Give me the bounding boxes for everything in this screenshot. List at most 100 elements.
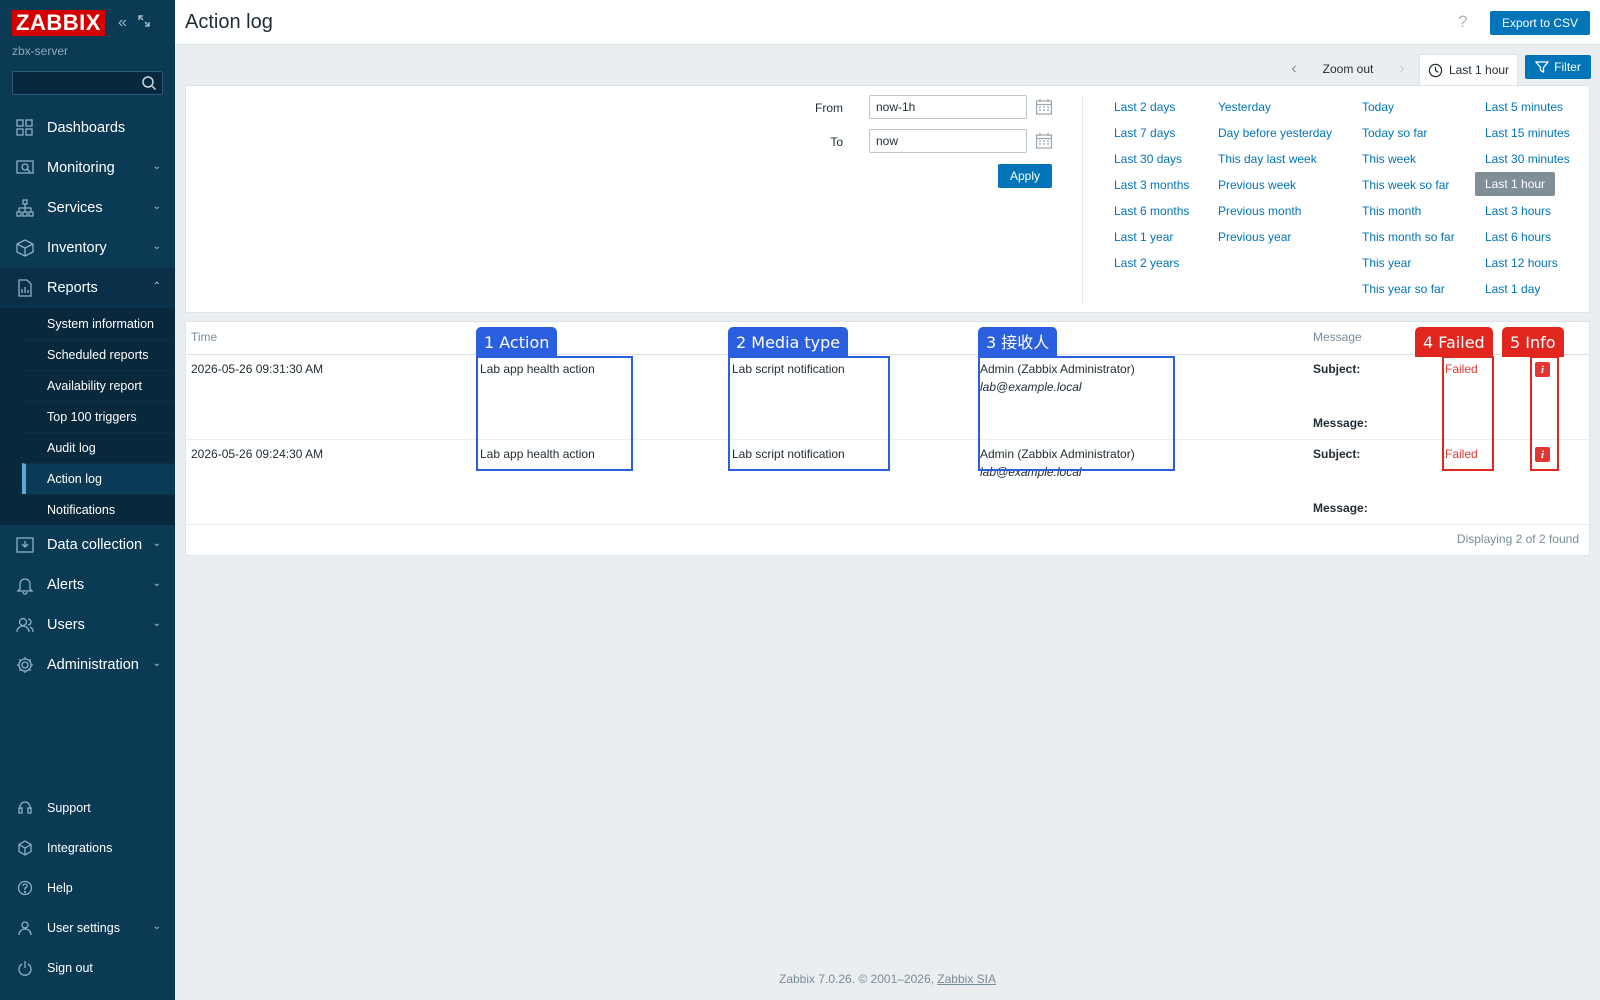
nav-sign-out[interactable]: Sign out <box>0 948 175 988</box>
quick-today[interactable]: Today <box>1362 100 1394 114</box>
cell-subject-label: Subject: <box>1313 447 1361 461</box>
bottom-nav: Support Integrations Help User settings … <box>0 788 175 988</box>
nav-label: Alerts <box>47 577 85 593</box>
quick-yesterday[interactable]: Yesterday <box>1218 100 1271 114</box>
search-icon[interactable] <box>141 75 157 91</box>
chevron-down-icon: ⌄ <box>152 161 161 172</box>
quick-last-2-days[interactable]: Last 2 days <box>1114 100 1175 114</box>
collapse-sidebar-icon[interactable]: « <box>118 14 127 33</box>
quick-previous-week[interactable]: Previous week <box>1218 178 1296 192</box>
annotation-box-action <box>476 356 633 471</box>
submenu-action-log[interactable]: Action log <box>22 463 175 494</box>
quick-last-3-months[interactable]: Last 3 months <box>1114 178 1189 192</box>
quick-last-30-minutes[interactable]: Last 30 minutes <box>1485 152 1570 166</box>
nav-integrations[interactable]: Integrations <box>0 828 175 868</box>
calendar-icon[interactable] <box>1035 98 1053 116</box>
column-header-time[interactable]: Time <box>191 330 217 344</box>
footer-link[interactable]: Zabbix SIA <box>937 972 996 986</box>
apply-button[interactable]: Apply <box>998 164 1052 188</box>
nav-alerts[interactable]: Alerts ⌄ <box>0 565 175 605</box>
nav-label: Dashboards <box>47 120 126 136</box>
monitoring-icon <box>14 157 36 179</box>
to-input[interactable] <box>869 129 1027 153</box>
chevron-down-icon: ⌄ <box>152 538 161 549</box>
sidebar-tools: « <box>118 14 151 33</box>
row-divider <box>186 524 1589 525</box>
quick-last-15-minutes[interactable]: Last 15 minutes <box>1485 126 1570 140</box>
submenu-audit-log[interactable]: Audit log <box>22 432 175 463</box>
reports-submenu: System information Scheduled reports Ava… <box>0 308 175 525</box>
quick-last-5-minutes[interactable]: Last 5 minutes <box>1485 100 1563 114</box>
quick-last-2-years[interactable]: Last 2 years <box>1114 256 1179 270</box>
sign-out-icon <box>16 959 34 977</box>
zoom-out-button[interactable]: Zoom out <box>1308 54 1388 84</box>
quick-this-month-so-far[interactable]: This month so far <box>1362 230 1455 244</box>
to-label: To <box>830 135 843 149</box>
cell-time: 2026-05-26 09:31:30 AM <box>191 362 324 376</box>
annotation-tag-recipient: 3 接收人 <box>978 327 1058 357</box>
nav-services[interactable]: Services ⌄ <box>0 188 175 228</box>
user-settings-icon <box>16 919 34 937</box>
nav-inventory[interactable]: Inventory ⌄ <box>0 228 175 268</box>
quick-this-year[interactable]: This year <box>1362 256 1411 270</box>
column-header-message: Message <box>1313 330 1362 344</box>
help-icon <box>16 879 34 897</box>
tab-time-period[interactable]: Last 1 hour <box>1419 54 1518 85</box>
quick-last-30-days[interactable]: Last 30 days <box>1114 152 1182 166</box>
quick-last-1-day[interactable]: Last 1 day <box>1485 282 1540 296</box>
quick-day-before-yesterday[interactable]: Day before yesterday <box>1218 126 1332 140</box>
quick-this-month[interactable]: This month <box>1362 204 1421 218</box>
nav-support[interactable]: Support <box>0 788 175 828</box>
calendar-icon[interactable] <box>1035 132 1053 150</box>
services-icon <box>14 197 36 219</box>
quick-this-week[interactable]: This week <box>1362 152 1416 166</box>
quick-last-6-hours[interactable]: Last 6 hours <box>1485 230 1551 244</box>
submenu-availability-report[interactable]: Availability report <box>22 370 175 401</box>
nav-data-collection[interactable]: Data collection ⌄ <box>0 525 175 565</box>
filter-panel: From To Apply Last 2 days Last 7 days La… <box>185 85 1590 313</box>
chevron-down-icon: ⌄ <box>152 921 161 932</box>
nav-label: Services <box>47 200 103 216</box>
help-icon[interactable]: ? <box>1458 12 1467 32</box>
chevron-right-icon[interactable]: › <box>1388 54 1416 84</box>
quick-last-6-months[interactable]: Last 6 months <box>1114 204 1189 218</box>
quick-last-7-days[interactable]: Last 7 days <box>1114 126 1175 140</box>
integrations-icon <box>16 839 34 857</box>
nav-help[interactable]: Help <box>0 868 175 908</box>
chevron-left-icon[interactable]: ‹ <box>1280 54 1308 84</box>
from-input[interactable] <box>869 95 1027 119</box>
quick-this-year-so-far[interactable]: This year so far <box>1362 282 1445 296</box>
nav-label: Integrations <box>47 841 113 855</box>
sidebar-search-input[interactable] <box>12 71 163 95</box>
tab-time-label: Last 1 hour <box>1449 63 1510 77</box>
quick-last-1-hour[interactable]: Last 1 hour <box>1475 172 1556 196</box>
main-nav: Dashboards Monitoring ⌄ Services ⌄ Inven… <box>0 108 175 685</box>
nav-reports[interactable]: Reports ⌃ <box>0 268 175 308</box>
nav-dashboards[interactable]: Dashboards <box>0 108 175 148</box>
quick-previous-month[interactable]: Previous month <box>1218 204 1301 218</box>
filter-tab-button[interactable]: Filter <box>1525 55 1591 79</box>
quick-previous-year[interactable]: Previous year <box>1218 230 1291 244</box>
quick-this-week-so-far[interactable]: This week so far <box>1362 178 1449 192</box>
nav-monitoring[interactable]: Monitoring ⌄ <box>0 148 175 188</box>
submenu-notifications[interactable]: Notifications <box>22 494 175 525</box>
export-to-csv-button[interactable]: Export to CSV <box>1490 11 1590 35</box>
users-icon <box>14 614 36 636</box>
kiosk-mode-icon[interactable] <box>137 14 151 33</box>
annotation-tag-action: 1 Action <box>476 327 558 357</box>
quick-last-3-hours[interactable]: Last 3 hours <box>1485 204 1551 218</box>
submenu-system-information[interactable]: System information <box>22 308 175 339</box>
submenu-scheduled-reports[interactable]: Scheduled reports <box>22 339 175 370</box>
quick-this-day-last-week[interactable]: This day last week <box>1218 152 1317 166</box>
quick-today-so-far[interactable]: Today so far <box>1362 126 1427 140</box>
dashboards-icon <box>14 117 36 139</box>
clock-icon <box>1428 63 1443 77</box>
nav-administration[interactable]: Administration ⌄ <box>0 645 175 685</box>
nav-users[interactable]: Users ⌄ <box>0 605 175 645</box>
nav-label: Support <box>47 801 91 815</box>
zabbix-logo[interactable]: ZABBIX <box>12 10 105 36</box>
submenu-top-100-triggers[interactable]: Top 100 triggers <box>22 401 175 432</box>
quick-last-1-year[interactable]: Last 1 year <box>1114 230 1173 244</box>
nav-user-settings[interactable]: User settings ⌄ <box>0 908 175 948</box>
quick-last-12-hours[interactable]: Last 12 hours <box>1485 256 1558 270</box>
